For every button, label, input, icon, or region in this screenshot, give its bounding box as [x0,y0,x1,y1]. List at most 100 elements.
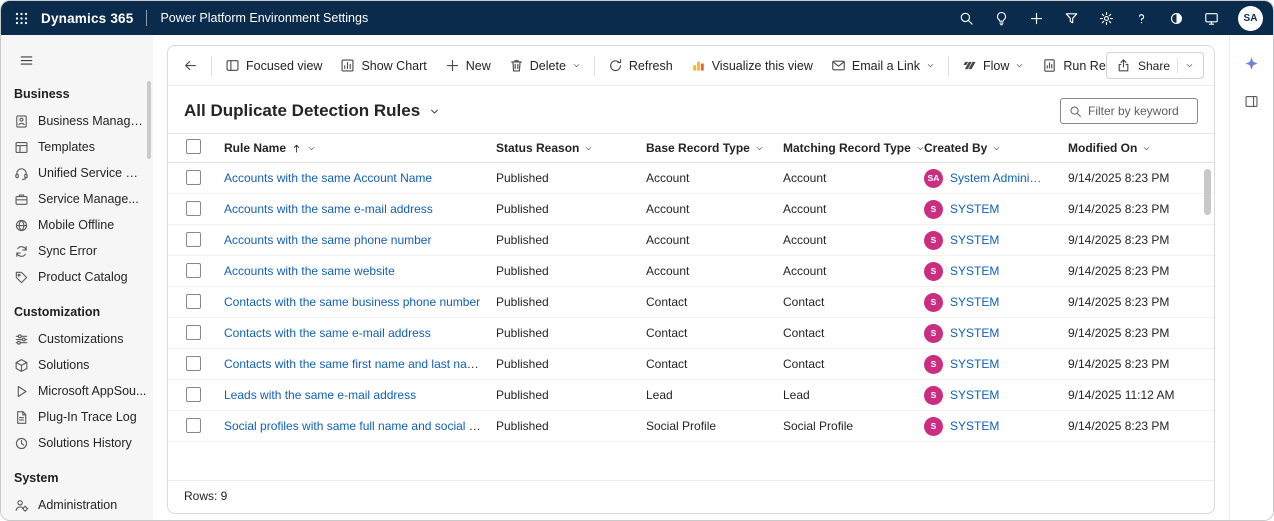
status-reason-cell: Published [496,233,646,247]
sitemap-sidebar: BusinessBusiness Manage...TemplatesUnifi… [1,35,153,520]
search-button[interactable] [949,1,984,35]
created-by-link[interactable]: SYSTEM [950,357,1013,371]
sidebar-item-label: Solutions [38,358,89,372]
sidebar-item-label: Plug-In Trace Log [38,410,137,424]
row-checkbox[interactable] [186,387,201,402]
sidebar-item-plug-in-trace-log[interactable]: Plug-In Trace Log [1,404,153,430]
sidebar-item-business-manage[interactable]: Business Manage... [1,108,153,134]
lightbulb-button[interactable] [984,1,1019,35]
row-checkbox[interactable] [186,325,201,340]
row-checkbox[interactable] [186,232,201,247]
settings-gear-button[interactable] [1089,1,1124,35]
rule-name-link[interactable]: Contacts with the same business phone nu… [224,295,480,309]
show-chart-button[interactable]: Show Chart [331,52,435,80]
grid-row[interactable]: Social profiles with same full name and … [168,411,1214,442]
created-by-link[interactable]: SYSTEM [950,388,1013,402]
grid-row[interactable]: Accounts with the same phone number Publi… [168,225,1214,256]
share-button[interactable]: Share [1106,52,1204,79]
modified-on-cell: 9/14/2025 8:23 PM [1068,295,1214,309]
column-header-status-reason[interactable]: Status Reason [496,141,593,155]
side-panel-button[interactable] [1238,87,1266,115]
rule-name-link[interactable]: Contacts with the same e-mail address [224,326,431,340]
sidebar-item-solutions-history[interactable]: Solutions History [1,430,153,456]
created-by-link[interactable]: SYSTEM [950,295,1013,309]
row-checkbox[interactable] [186,418,201,433]
monitor-button[interactable] [1194,1,1229,35]
rule-name-link[interactable]: Accounts with the same Account Name [224,171,432,185]
view-selector[interactable]: All Duplicate Detection Rules [184,101,440,121]
run-report-button[interactable]: Run Report [1033,52,1106,80]
grid-row[interactable]: Accounts with the same websitePublishedA… [168,256,1214,287]
rule-name-link[interactable]: Leads with the same e-mail address [224,388,416,402]
created-by-link[interactable]: System Administrator (... [950,171,1058,185]
grid-scrollbar[interactable] [1204,169,1211,215]
rule-name-link[interactable]: Accounts with the same e-mail address [224,202,433,216]
filter-input[interactable] [1088,104,1189,118]
select-all-checkbox[interactable] [186,139,201,154]
sidebar-item-mobile-offline[interactable]: Mobile Offline [1,212,153,238]
rule-name-link[interactable]: Accounts with the same phone number [224,233,431,247]
created-by-link[interactable]: SYSTEM [950,202,1013,216]
sidebar-item-customizations[interactable]: Customizations [1,326,153,352]
grid-row[interactable]: Accounts with the same Account NamePubli… [168,163,1214,194]
created-by-link[interactable]: SYSTEM [950,233,1013,247]
visualize-this-view-button[interactable]: Visualize this view [682,52,822,80]
back-button[interactable] [174,52,207,80]
rule-name-link[interactable]: Accounts with the same website [224,264,395,278]
app-launcher-button[interactable] [1,1,41,35]
created-by-link[interactable]: SYSTEM [950,264,1013,278]
plugin-trace-log-icon [14,410,29,425]
command-label: Show Chart [361,59,426,73]
row-checkbox[interactable] [186,201,201,216]
column-header-modified-on[interactable]: Modified On [1068,141,1151,155]
new-button[interactable]: New [436,52,500,80]
column-header-created-by[interactable]: Created By [924,141,1001,155]
account-avatar[interactable]: SA [1238,6,1263,31]
email-a-link-button[interactable]: Email a Link [822,52,944,80]
rule-name-link[interactable]: Contacts with the same first name and la… [224,357,483,371]
matching-record-type-cell: Account [783,171,924,185]
column-header-matching-record-type[interactable]: Matching Record Type [783,141,925,155]
filter-button[interactable] [1054,1,1089,35]
row-checkbox[interactable] [186,294,201,309]
created-by-link[interactable]: SYSTEM [950,419,1013,433]
share-label: Share [1138,59,1170,73]
sidebar-item-sync-error[interactable]: Sync Error [1,238,153,264]
sidebar-item-unified-service-de[interactable]: Unified Service De... [1,160,153,186]
row-checkbox[interactable] [186,263,201,278]
grid-row[interactable]: Contacts with the same first name and la… [168,349,1214,380]
contrast-button[interactable] [1159,1,1194,35]
grid-row[interactable]: Accounts with the same e-mail addressPub… [168,194,1214,225]
matching-record-type-cell: Contact [783,295,924,309]
creator-avatar: S [924,200,943,219]
sidebar-item-product-catalog[interactable]: Product Catalog [1,264,153,290]
copilot-button[interactable] [1238,49,1266,77]
sidebar-item-service-manage[interactable]: Service Manage... [1,186,153,212]
row-checkbox[interactable] [186,356,201,371]
sidebar-item-templates[interactable]: Templates [1,134,153,160]
focused-view-button[interactable]: Focused view [216,52,331,80]
column-header-rule-name[interactable]: Rule Name [224,141,316,155]
chevron-down-icon [755,144,764,153]
flow-button[interactable]: Flow [953,52,1033,80]
row-checkbox[interactable] [186,170,201,185]
sidebar-item-administration[interactable]: Administration [1,492,153,518]
base-record-type-cell: Contact [646,357,783,371]
grid-row[interactable]: Leads with the same e-mail addressPublis… [168,380,1214,411]
grid-row[interactable]: Contacts with the same business phone nu… [168,287,1214,318]
grid-row[interactable]: Contacts with the same e-mail addressPub… [168,318,1214,349]
created-by-link[interactable]: SYSTEM [950,326,1013,340]
column-label: Created By [924,141,987,155]
delete-button[interactable]: Delete [500,52,590,80]
collapse-sitemap-button[interactable] [13,48,39,72]
refresh-button[interactable]: Refresh [599,52,682,80]
app-title: Dynamics 365 [41,11,133,26]
help-button[interactable] [1124,1,1159,35]
sidebar-item-microsoft-appsou[interactable]: Microsoft AppSou... [1,378,153,404]
sidebar-item-solutions[interactable]: Solutions [1,352,153,378]
sidebar-item-label: Unified Service De... [38,166,147,180]
rule-name-link[interactable]: Social profiles with same full name and … [224,419,496,433]
add-button[interactable] [1019,1,1054,35]
column-header-base-record-type[interactable]: Base Record Type [646,141,764,155]
sidebar-scrollbar[interactable] [147,81,151,159]
